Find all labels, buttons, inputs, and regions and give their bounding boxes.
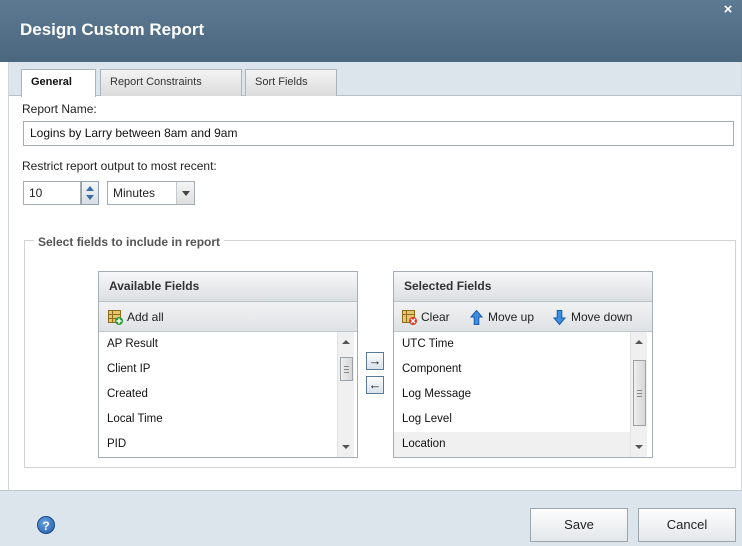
list-item[interactable]: Location (394, 432, 630, 457)
chevron-down-icon[interactable] (176, 182, 194, 204)
list-item[interactable]: PID (99, 432, 337, 457)
arrow-down-icon (552, 310, 567, 325)
dialog-titlebar: Design Custom Report × (0, 0, 742, 62)
clear-icon (402, 310, 417, 325)
restrict-unit-select[interactable]: Minutes (107, 181, 195, 205)
move-left-button[interactable]: ← (366, 376, 384, 394)
clear-button[interactable]: Clear (402, 308, 460, 326)
selected-fields-panel: Selected Fields Clear Move up Move down (393, 271, 653, 458)
selected-fields-list[interactable]: UTC Time Component Log Message Log Level… (394, 332, 630, 457)
add-all-icon (108, 310, 123, 325)
save-button[interactable]: Save (530, 508, 628, 542)
tab-sort-fields[interactable]: Sort Fields (245, 69, 337, 96)
report-name-input[interactable]: Logins by Larry between 8am and 9am (23, 121, 734, 146)
close-icon[interactable]: × (721, 2, 735, 17)
scrollbar-thumb[interactable] (633, 360, 646, 426)
restrict-count-input[interactable]: 10 (23, 181, 81, 205)
add-all-button[interactable]: Add all (108, 308, 188, 326)
list-item[interactable]: Client IP (99, 357, 337, 382)
selected-fields-header: Selected Fields (394, 272, 652, 302)
list-item[interactable]: Log Message (394, 382, 630, 407)
restrict-output-label: Restrict report output to most recent: (22, 159, 217, 173)
available-fields-scrollbar[interactable] (337, 332, 354, 457)
scroll-up-icon[interactable] (342, 340, 350, 344)
scrollbar-thumb[interactable] (340, 357, 353, 381)
move-up-button[interactable]: Move up (469, 308, 545, 326)
selected-fields-toolbar: Clear Move up Move down (394, 302, 652, 332)
move-right-button[interactable]: → (366, 352, 384, 370)
fields-legend: Select fields to include in report (34, 235, 225, 249)
available-fields-toolbar: Add all (99, 302, 357, 332)
list-item[interactable]: UTC Time (394, 332, 630, 357)
scroll-down-icon[interactable] (342, 445, 350, 449)
available-fields-panel: Available Fields Add all AP Result Clien… (98, 271, 358, 458)
tab-strip: General Report Constraints Sort Fields (9, 62, 741, 97)
restrict-unit-value: Minutes (113, 186, 156, 200)
tab-report-constraints[interactable]: Report Constraints (100, 69, 242, 96)
available-fields-list[interactable]: AP Result Client IP Created Local Time P… (99, 332, 337, 457)
list-item[interactable]: Log Level (394, 407, 630, 432)
restrict-count-stepper[interactable] (81, 181, 99, 205)
list-item[interactable]: Local Time (99, 407, 337, 432)
chevron-down-icon[interactable] (86, 195, 94, 200)
move-down-label: Move down (571, 310, 633, 324)
add-all-label: Add all (127, 310, 164, 324)
arrow-up-icon (469, 310, 484, 325)
list-item[interactable]: AP Result (99, 332, 337, 357)
list-item[interactable]: Created (99, 382, 337, 407)
report-name-label: Report Name: (22, 102, 97, 116)
help-icon[interactable]: ? (37, 516, 55, 534)
move-up-label: Move up (488, 310, 535, 324)
selected-fields-scrollbar[interactable] (630, 332, 647, 457)
move-down-button[interactable]: Move down (552, 308, 647, 326)
clear-label: Clear (421, 310, 450, 324)
dialog-title: Design Custom Report (20, 20, 205, 39)
scroll-up-icon[interactable] (635, 340, 643, 344)
list-item[interactable]: Component (394, 357, 630, 382)
available-fields-header: Available Fields (99, 272, 357, 302)
tab-general[interactable]: General (21, 69, 96, 97)
chevron-up-icon[interactable] (86, 186, 94, 191)
dialog-footer (0, 490, 742, 546)
scroll-down-icon[interactable] (635, 445, 643, 449)
cancel-button[interactable]: Cancel (638, 508, 736, 542)
